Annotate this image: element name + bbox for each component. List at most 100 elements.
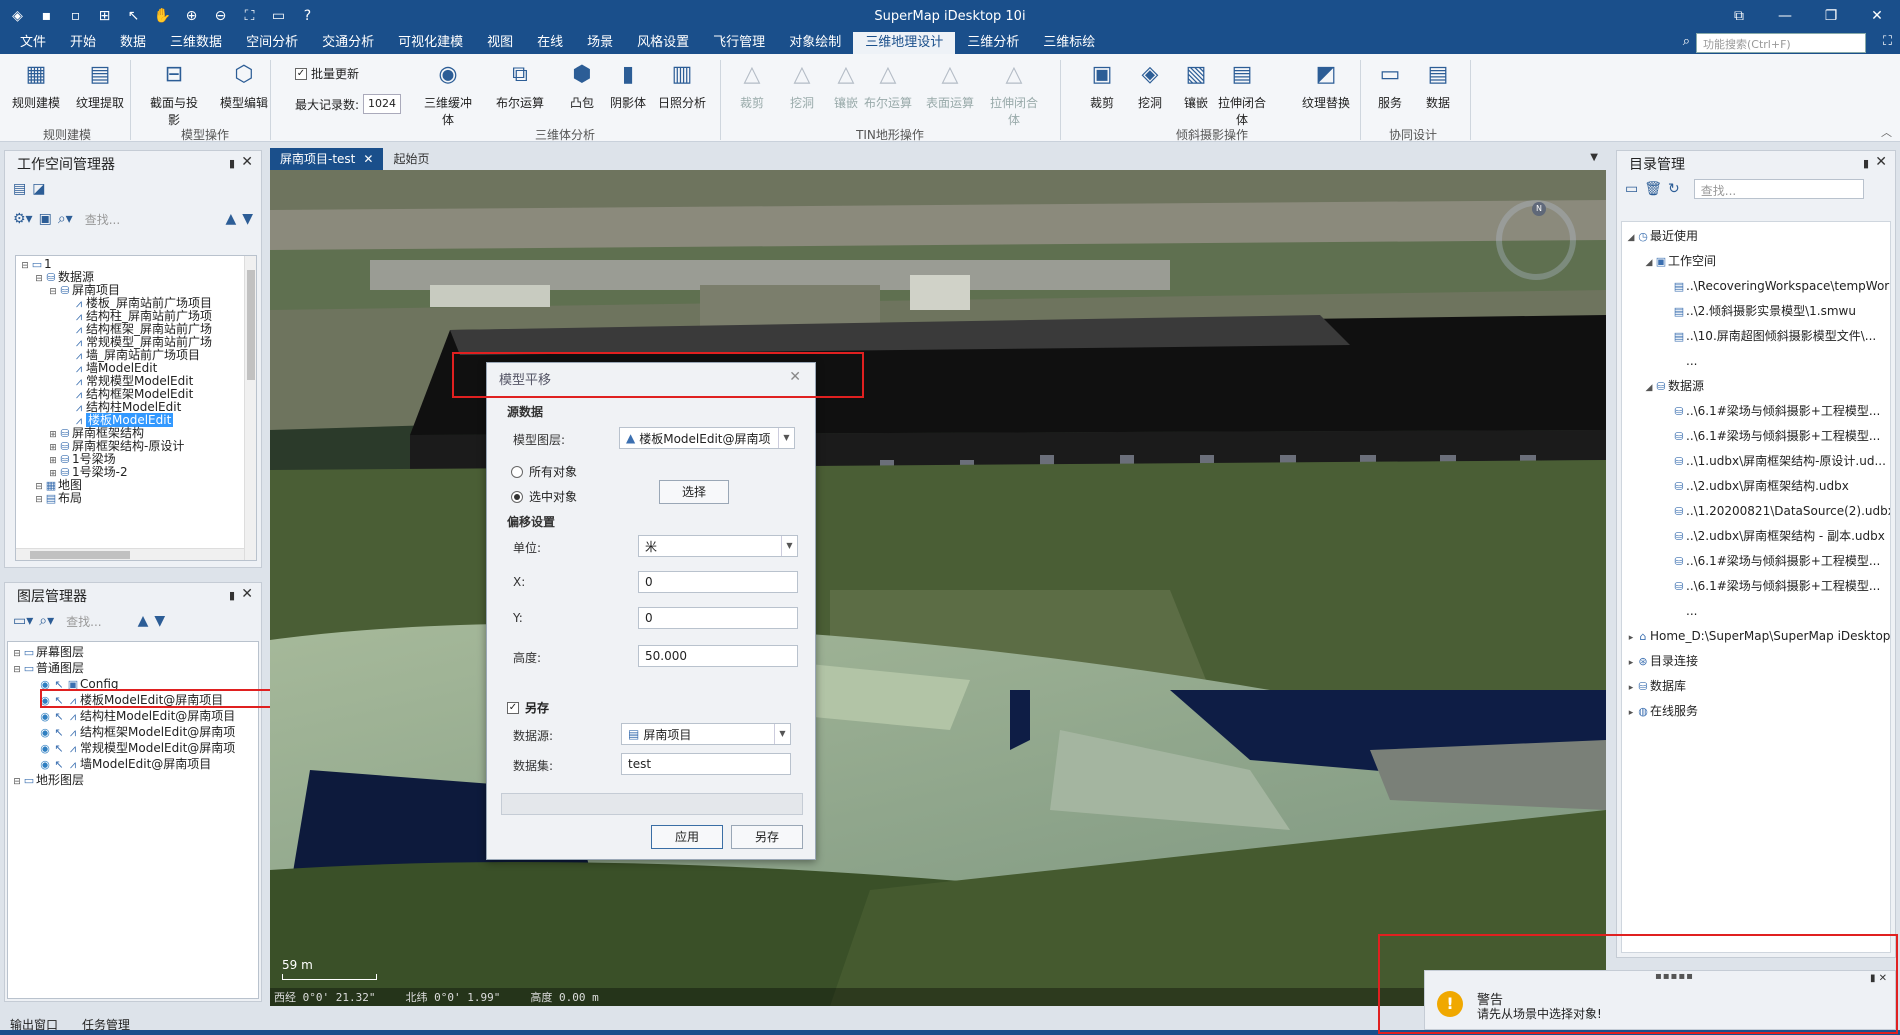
function-search-input[interactable]: 功能搜索(Ctrl+F) (1696, 33, 1866, 53)
ribbon-button[interactable]: ▤ 拉伸闭合体 (1214, 60, 1270, 128)
selectable-icon[interactable]: ↖ (52, 693, 66, 709)
pin-icon[interactable]: ▮ (1863, 157, 1869, 170)
menu-item[interactable]: 数据 (108, 32, 158, 54)
expand-toggle-icon[interactable]: ◢ (1626, 226, 1636, 251)
menu-item[interactable]: 空间分析 (234, 32, 310, 54)
workspace-tree-node[interactable]: ⊟ ▭ 1 (16, 258, 212, 272)
menu-item[interactable]: 三维分析 (955, 32, 1031, 54)
layer-tree-node[interactable]: ⊟ ▭ 屏幕图层 (8, 644, 235, 660)
menu-item[interactable]: 开始 (58, 32, 108, 54)
selectable-icon[interactable]: ↖ (52, 725, 66, 741)
dialog-close-icon[interactable]: ✕ (789, 369, 801, 385)
pointer-icon[interactable]: ↖ (120, 4, 147, 28)
catalog-tree-node[interactable]: ▸⌂Home_D:\SuperMap\SuperMap iDesktop 10.… (1622, 624, 1890, 649)
full-extent-icon[interactable]: ⛶ (236, 4, 263, 28)
3d-scene-view[interactable]: N 59 m 西经 0°0' 21.32" 北纬 0°0' 1.99" 高度 0… (270, 170, 1606, 1006)
visibility-eye-icon[interactable]: ◉ (38, 725, 52, 741)
find-icon[interactable]: ⌕▾ (58, 211, 73, 227)
expand-toggle-icon[interactable]: ◢ (1644, 251, 1654, 276)
workspace-tree-node[interactable]: ⊟ ▤ 布局 (16, 492, 212, 507)
compass-widget[interactable]: N (1496, 200, 1576, 280)
visibility-eye-icon[interactable]: ◉ (38, 693, 52, 709)
ribbon-button[interactable]: △ 裁剪 (724, 60, 780, 111)
workspace-tree-node[interactable]: ⊟ ▦ 地图 (16, 479, 212, 493)
layer-tree-node[interactable]: ◉ ↖ ⩘ 结构柱ModelEdit@屏南项目 (8, 708, 235, 724)
menu-item[interactable]: 飞行管理 (701, 32, 777, 54)
menu-item[interactable]: 三维标绘 (1031, 32, 1107, 54)
ribbon-button[interactable]: △ 表面运算 (922, 60, 978, 111)
collapse-ribbon-icon[interactable]: ︿ (1881, 124, 1892, 140)
catalog-tree-node[interactable]: ⛁ ..\1.udbx\屏南框架结构-原设计.ud... (1622, 449, 1890, 474)
menu-item[interactable]: 视图 (475, 32, 525, 54)
ribbon-button[interactable]: △ 布尔运算 (860, 60, 916, 111)
catalog-tree-node[interactable]: ◢ ◷ 最近使用 (1622, 224, 1890, 251)
ribbon-button[interactable]: ▥ 日照分析 (654, 60, 710, 111)
ribbon-button[interactable]: ⊟ 截面与投影 (146, 60, 202, 128)
dialog-title-bar[interactable]: 模型平移 ✕ (487, 363, 815, 393)
menu-item[interactable]: 三维数据 (158, 32, 234, 54)
catalog-tree-node[interactable]: ⛁ ..\6.1#梁场与倾斜摄影+工程模型... (1622, 424, 1890, 449)
folder-icon[interactable]: ▭ (265, 4, 292, 28)
max-records-input[interactable]: 1024 (363, 94, 402, 114)
app-logo-icon[interactable]: ◈ (4, 4, 31, 28)
pin-icon[interactable]: ▮ (229, 589, 235, 602)
catalog-tree-node[interactable]: ⛁ ..\2.udbx\屏南框架结构 - 副本.udbx (1622, 524, 1890, 549)
save-as-button[interactable]: 另存 (731, 825, 803, 849)
save-as-checkbox[interactable]: ✓ 另存 (507, 699, 549, 716)
save-icon[interactable]: ▪ (33, 4, 60, 28)
scroll-thumb[interactable] (30, 551, 130, 559)
catalog-tree-node[interactable]: ⛁ ..\6.1#梁场与倾斜摄影+工程模型... (1622, 574, 1890, 599)
new-icon[interactable]: ▫ (62, 4, 89, 28)
selectable-icon[interactable]: ↖ (52, 677, 66, 693)
ribbon-button[interactable]: ◩ 纹理替换 (1298, 60, 1354, 111)
close-icon[interactable]: ✕ (1854, 0, 1900, 32)
menu-item[interactable]: 三维地理设计 (853, 32, 956, 54)
zoom-in-icon[interactable]: ⊕ (178, 4, 205, 28)
ribbon-button[interactable]: ▤ 纹理提取 (72, 60, 128, 111)
catalog-tree-node[interactable]: ▤ ..\10.屏南超图倾斜摄影模型文件\... (1622, 324, 1890, 349)
catalog-tree-node[interactable]: ⛁ ..\6.1#梁场与倾斜摄影+工程模型... (1622, 549, 1890, 574)
selectable-icon[interactable]: ↖ (52, 741, 66, 757)
document-tab[interactable]: 起始页 (383, 148, 439, 170)
search-icon[interactable]: ⌕ (1683, 34, 1690, 49)
up-arrow-icon[interactable]: ▲ (138, 613, 149, 629)
unit-select[interactable]: 米 ▼ (638, 535, 798, 557)
catalog-tree-node[interactable]: ▸ ◍ 在线服务 (1622, 699, 1890, 726)
ribbon-button[interactable]: ▤ 数据 (1410, 60, 1466, 111)
document-tab[interactable]: 屏南项目-test ✕ (270, 148, 384, 170)
ribbon-button[interactable]: ▮ 阴影体 (600, 60, 656, 111)
menu-item[interactable]: 交通分析 (310, 32, 386, 54)
visibility-eye-icon[interactable]: ◉ (38, 709, 52, 725)
expand-toggle-icon[interactable]: ▸ (1626, 651, 1636, 676)
catalog-tree-node[interactable]: ▸ ⛁ 数据库 (1622, 674, 1890, 699)
close-panel-icon[interactable]: ✕ (1875, 154, 1887, 170)
layer-tree-node[interactable]: ◉ ↖ ⩘ 墙ModelEdit@屏南项目 (8, 756, 235, 772)
scroll-thumb[interactable] (247, 270, 255, 380)
up-arrow-icon[interactable]: ▲ (225, 211, 236, 227)
layer-tree-node[interactable]: ◉ ↖ ⩘ 结构框架ModelEdit@屏南项 (8, 724, 235, 740)
catalog-tree-node[interactable]: ⛁ ..\1.20200821\DataSource(2).udbx (1622, 499, 1890, 524)
catalog-tree-node[interactable]: ▸ ⊛ 目录连接 (1622, 649, 1890, 676)
tab-dropdown-icon[interactable]: ▼ (1590, 152, 1598, 163)
datasource-select[interactable]: ▤ 屏南项目 ▼ (621, 723, 791, 745)
refresh-icon[interactable]: ↻ (1668, 181, 1680, 197)
expand-toggle-icon[interactable]: ⊟ (34, 494, 44, 507)
layer-tree-node[interactable]: ⊟ ▭ 地形图层 (8, 772, 235, 788)
ribbon-button[interactable]: ⬡ 模型编辑 (216, 60, 272, 111)
vertical-scrollbar[interactable] (244, 256, 256, 560)
fullscreen-icon[interactable]: ⛶ (1883, 34, 1892, 49)
maximize-icon[interactable]: ❐ (1808, 0, 1854, 32)
selectable-icon[interactable]: ↖ (52, 709, 66, 725)
layer-tree-node[interactable]: ◉ ↖ ⩘ 楼板ModelEdit@屏南项目 (8, 692, 235, 708)
layer-options-icon[interactable]: ▭▾ (13, 613, 33, 629)
drag-grip-icon[interactable]: ▪▪▪▪▪ (1655, 971, 1694, 982)
ribbon-button[interactable]: ⧉ 布尔运算 (492, 60, 548, 111)
radio-selected-objects[interactable]: 选中对象 (511, 488, 577, 505)
find-icon[interactable]: ⌕▾ (39, 613, 54, 629)
menu-item[interactable]: 对象绘制 (777, 32, 853, 54)
horizontal-scrollbar[interactable] (16, 548, 244, 560)
expand-toggle-icon[interactable]: ▸ (1626, 701, 1636, 726)
close-panel-icon[interactable]: ✕ (241, 586, 253, 602)
open-icon[interactable]: ⊞ (91, 4, 118, 28)
selectable-icon[interactable]: ↖ (52, 757, 66, 773)
